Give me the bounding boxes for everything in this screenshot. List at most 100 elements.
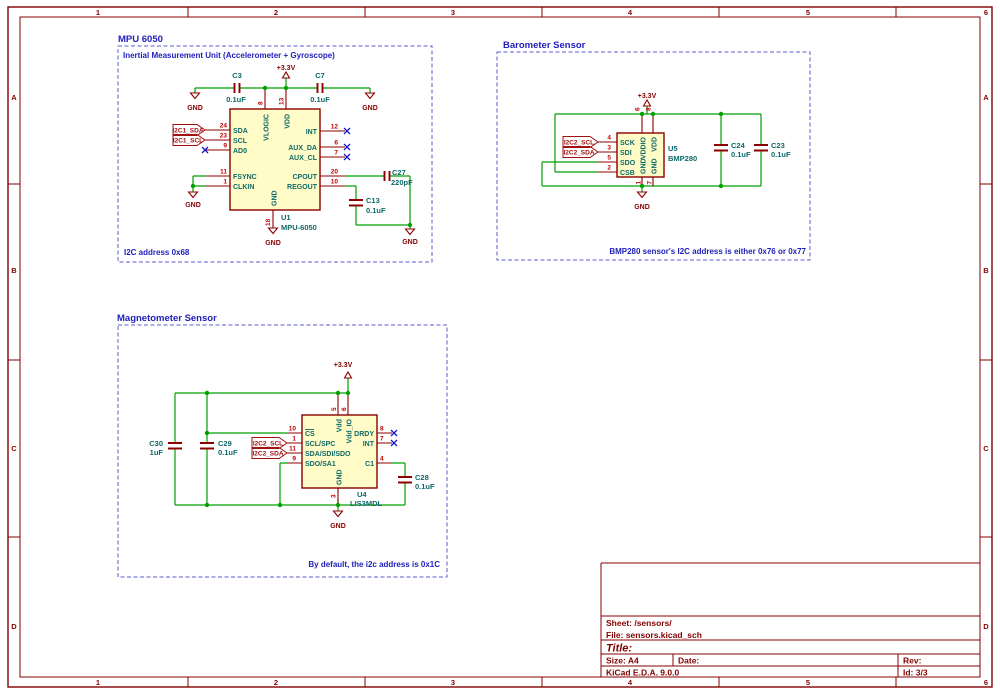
frame-row-label: B [11, 266, 17, 275]
gnd-symbol[interactable] [334, 511, 343, 517]
gnd-label[interactable]: GND [265, 240, 281, 247]
section-header[interactable]: Barometer Sensor [503, 40, 586, 51]
pin-number: 7 [647, 181, 654, 185]
component-u1-mpu6050[interactable]: U1 MPU-6050 24 23 9 11 1 SDA SCL AD0 FSY… [220, 97, 339, 232]
capacitor-ref[interactable]: C24 [731, 141, 746, 150]
schematic-canvas[interactable]: 1 2 3 4 5 6 1 2 3 4 5 6 A B C D A B C D … [0, 0, 1000, 694]
pin-number: 18 [265, 218, 272, 226]
capacitor-ref[interactable]: C23 [771, 141, 785, 150]
frame-row-label: A [983, 93, 989, 102]
capacitor-value[interactable]: 1uF [150, 448, 164, 457]
gnd-symbol[interactable] [366, 93, 375, 99]
pin-name: GND [337, 469, 344, 485]
section-note[interactable]: By default, the i2c address is 0x1C [308, 560, 440, 569]
power-33v-symbol[interactable] [644, 100, 651, 106]
gnd-label[interactable]: GND [362, 105, 378, 112]
power-33v-symbol[interactable] [283, 72, 290, 78]
component-ref[interactable]: U1 [281, 213, 291, 222]
capacitor-value[interactable]: 0.1uF [731, 150, 751, 159]
capacitor-ref[interactable]: C3 [232, 71, 242, 80]
hier-label-i2c2-sda[interactable]: I2C2_SDA [252, 448, 287, 459]
section-header[interactable]: Magnetometer Sensor [117, 313, 217, 324]
power-33v-label[interactable]: +3.3V [277, 65, 296, 72]
frame-col-label: 5 [806, 678, 810, 687]
pin-name: AUX_CL [289, 155, 318, 162]
capacitor-value[interactable]: 0.1uF [366, 206, 386, 215]
capacitor-ref[interactable]: C29 [218, 439, 232, 448]
capacitor-value[interactable]: 0.1uF [218, 448, 238, 457]
pin-number: 3 [607, 145, 611, 152]
frame-row-label: C [983, 444, 989, 453]
power-33v-symbol[interactable] [345, 372, 352, 378]
title-block-generator: KiCad E.D.A. 9.0.0 [606, 668, 679, 678]
gnd-label[interactable]: GND [330, 523, 346, 530]
pin-name: AUX_DA [288, 145, 317, 152]
section-note[interactable]: I2C address 0x68 [124, 248, 190, 257]
hier-label-text[interactable]: I2C2_SCL [564, 139, 594, 146]
pin-number: 11 [220, 169, 227, 176]
gnd-symbol[interactable] [189, 192, 198, 198]
frame-col-label: 4 [628, 8, 633, 17]
hier-label-text[interactable]: I2C2_SDA [563, 149, 594, 156]
frame-row-label: A [11, 93, 17, 102]
hier-label-text[interactable]: I2C2_SDA [252, 450, 283, 457]
hier-label-i2c2-scl[interactable]: I2C2_SCL [563, 137, 598, 148]
component-u4-lis3mdl[interactable]: U4 LIS3MDL 10 1 11 9 CS SCL/SPC SDA/SDI/… [289, 407, 384, 508]
hier-label-i2c1-sda[interactable]: I2C1_SDA [172, 125, 205, 136]
capacitor-value[interactable]: 220pF [391, 178, 413, 187]
component-u5-bmp280[interactable]: U5 BMP280 4 3 5 2 SCK SDI SDO CSB 6 8 VD… [607, 107, 697, 185]
pin-number: 9 [292, 456, 296, 463]
power-33v-label[interactable]: +3.3V [334, 362, 353, 369]
gnd-symbol[interactable] [638, 192, 647, 198]
section-subtitle[interactable]: Inertial Measurement Unit (Accelerometer… [123, 51, 335, 60]
frame-col-label: 4 [628, 678, 633, 687]
gnd-symbol[interactable] [191, 93, 200, 99]
hier-label-i2c2-sda[interactable]: I2C2_SDA [563, 147, 598, 158]
gnd-symbol[interactable] [269, 228, 278, 234]
power-33v-label[interactable]: +3.3V [638, 93, 657, 100]
component-value[interactable]: LIS3MDL [350, 499, 383, 508]
pin-number: 10 [331, 179, 339, 186]
capacitor-ref[interactable]: C30 [149, 439, 163, 448]
capacitor-ref[interactable]: C13 [366, 196, 380, 205]
pin-name: VDD [285, 114, 292, 129]
junction-dot [651, 112, 655, 116]
hier-label-i2c1-scl[interactable]: I2C1_SCL [173, 135, 205, 146]
capacitor-ref[interactable]: C27 [392, 168, 406, 177]
component-value[interactable]: BMP280 [668, 154, 697, 163]
junction-dot [408, 223, 412, 227]
gnd-label[interactable]: GND [187, 105, 203, 112]
pin-name: SCL/SPC [305, 441, 335, 448]
hier-label-text[interactable]: I2C2_SCL [253, 440, 283, 447]
gnd-label[interactable]: GND [185, 202, 201, 209]
component-ref[interactable]: U4 [357, 490, 367, 499]
capacitor-value[interactable]: 0.1uF [226, 95, 246, 104]
pin-number: 24 [220, 123, 228, 130]
pin-number: 8 [258, 101, 265, 105]
component-ref[interactable]: U5 [668, 144, 678, 153]
hier-label-text[interactable]: I2C1_SDA [172, 127, 203, 134]
pin-name: VDD [652, 137, 659, 152]
pin-number: 1 [292, 436, 296, 443]
junction-dot [205, 503, 209, 507]
capacitor-ref[interactable]: C7 [315, 71, 325, 80]
component-value[interactable]: MPU-6050 [281, 223, 317, 232]
section-note[interactable]: BMP280 sensor's I2C address is either 0x… [609, 247, 806, 256]
hier-label-i2c2-scl[interactable]: I2C2_SCL [252, 438, 287, 449]
gnd-label[interactable]: GND [402, 239, 418, 246]
gnd-symbol[interactable] [406, 229, 415, 235]
section-header[interactable]: MPU 6050 [118, 34, 163, 45]
pin-number: 7 [380, 436, 384, 443]
hier-label-text[interactable]: I2C1_SCL [173, 137, 203, 144]
frame-row-label: D [11, 622, 17, 631]
capacitor-value[interactable]: 0.1uF [415, 482, 435, 491]
capacitor-value[interactable]: 0.1uF [771, 150, 791, 159]
frame-row-label: D [983, 622, 989, 631]
pin-name: GND [652, 158, 659, 174]
pin-name: CS [305, 431, 315, 438]
junction-dot [719, 184, 723, 188]
capacitor-ref[interactable]: C28 [415, 473, 429, 482]
pin-number: 3 [331, 494, 338, 498]
gnd-label[interactable]: GND [634, 204, 650, 211]
capacitor-value[interactable]: 0.1uF [310, 95, 330, 104]
